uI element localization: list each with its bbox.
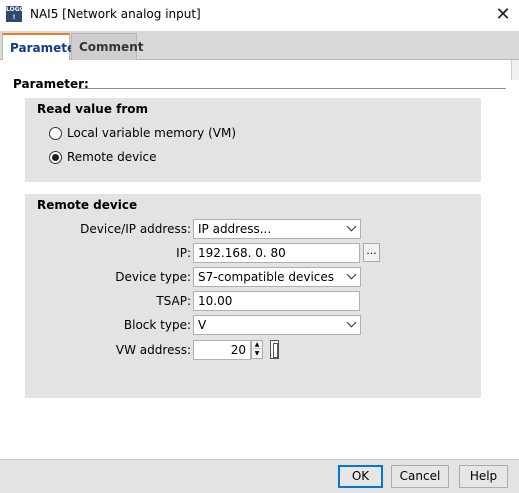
radio-label: Local variable memory (VM) (67, 126, 237, 140)
section-divider (78, 88, 506, 89)
read-value-title: Read value from (37, 102, 149, 116)
block-type-select[interactable]: V (193, 315, 361, 335)
ip-browse-button[interactable]: ... (363, 243, 380, 262)
tab-strip: Parameter Comment (0, 31, 519, 61)
cancel-button[interactable]: Cancel (391, 465, 449, 488)
device-ip-value: IP address... (198, 222, 272, 236)
stepper-down-icon[interactable]: ▼ (252, 350, 262, 358)
device-type-select[interactable]: S7-compatible devices (193, 267, 361, 287)
tab-parameter[interactable]: Parameter (2, 33, 81, 61)
radio-label: Remote device (67, 150, 157, 164)
stepper-up-icon[interactable]: ▲ (252, 341, 262, 349)
vw-address-label: VW address: (115, 343, 191, 357)
vw-address-field[interactable]: 20 (193, 340, 251, 360)
chevron-down-icon (346, 221, 357, 232)
ok-button[interactable]: OK (338, 465, 383, 488)
window-title: NAI5 [Network analog input] (30, 7, 201, 21)
tsap-field[interactable]: 10.00 (193, 291, 360, 311)
title-bar: LOGO ! NAI5 [Network analog input] ✕ (0, 0, 519, 31)
vertical-scrollbar[interactable] (511, 60, 519, 80)
device-type-label: Device type: (115, 270, 191, 284)
radio-remote-device[interactable]: Remote device (49, 149, 157, 165)
block-type-label: Block type: (123, 318, 191, 332)
radio-button-unchecked[interactable] (49, 126, 62, 140)
dialog-footer: OK Cancel Help (0, 459, 519, 493)
radio-local-vm[interactable]: Local variable memory (VM) (49, 125, 236, 141)
vw-range-icon[interactable] (270, 340, 279, 359)
block-type-value: V (198, 318, 207, 332)
device-ip-label: Device/IP address: (80, 222, 191, 236)
device-type-value: S7-compatible devices (198, 270, 335, 284)
close-icon[interactable]: ✕ (487, 0, 519, 30)
app-logo-icon: LOGO ! (6, 6, 25, 22)
read-value-group: Read value from Local variable memory (V… (25, 98, 481, 182)
tsap-label: TSAP: (156, 294, 191, 308)
ip-address-field[interactable]: 192.168. 0. 80 (193, 243, 360, 263)
chevron-down-icon (346, 269, 357, 280)
tab-comment[interactable]: Comment (71, 33, 143, 60)
vw-address-stepper[interactable]: ▲ ▼ (251, 340, 263, 359)
remote-device-title: Remote device (37, 198, 138, 212)
ip-label: IP: (176, 246, 191, 260)
remote-device-group: Remote device Device/IP address: IP addr… (25, 194, 481, 398)
help-button[interactable]: Help (459, 465, 508, 488)
chevron-down-icon (346, 317, 357, 328)
radio-button-checked[interactable] (49, 150, 62, 164)
device-ip-select[interactable]: IP address... (193, 219, 361, 239)
